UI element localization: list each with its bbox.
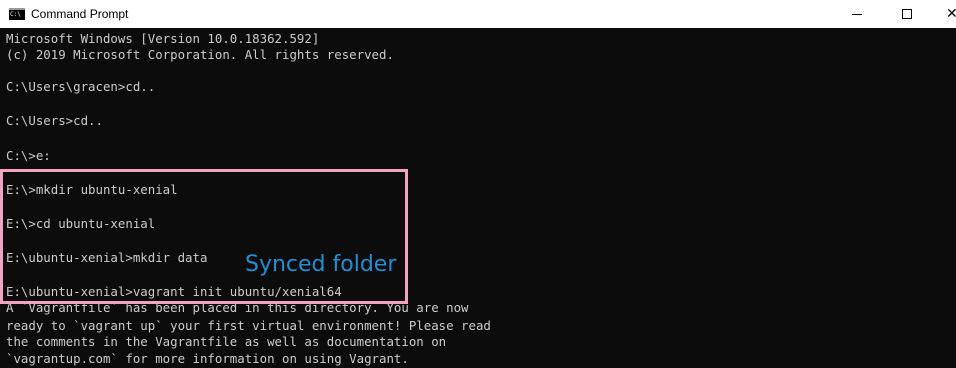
console-line: `vagrantup.com` for more information on … — [6, 351, 409, 366]
console-line: C:\Users>cd.. — [6, 113, 103, 128]
synced-folder-annotation: Synced folder — [245, 252, 397, 277]
cmd-icon[interactable]: C:\ — [9, 8, 25, 20]
console-output[interactable]: Microsoft Windows [Version 10.0.18362.59… — [0, 28, 956, 368]
command-prompt-window: C:\ Command Prompt ✕ Microsoft Windows [… — [0, 0, 956, 368]
highlight-box — [0, 169, 408, 304]
close-icon: ✕ — [946, 6, 956, 22]
minimize-button[interactable] — [834, 0, 880, 28]
console-line: the comments in the Vagrantfile as well … — [6, 334, 447, 349]
maximize-icon — [902, 9, 912, 19]
console-line: C:\Users\gracen>cd.. — [6, 79, 156, 94]
console-line: ready to `vagrant up` your first virtual… — [6, 318, 491, 333]
maximize-button[interactable] — [884, 0, 930, 28]
title-bar[interactable]: C:\ Command Prompt ✕ — [0, 0, 956, 28]
console-line: C:\>e: — [6, 148, 51, 163]
window-title: Command Prompt — [31, 7, 129, 21]
close-button[interactable]: ✕ — [934, 0, 956, 28]
console-line: (c) 2019 Microsoft Corporation. All righ… — [6, 47, 394, 62]
console-line: Microsoft Windows [Version 10.0.18362.59… — [6, 31, 320, 46]
minimize-icon — [852, 13, 862, 15]
